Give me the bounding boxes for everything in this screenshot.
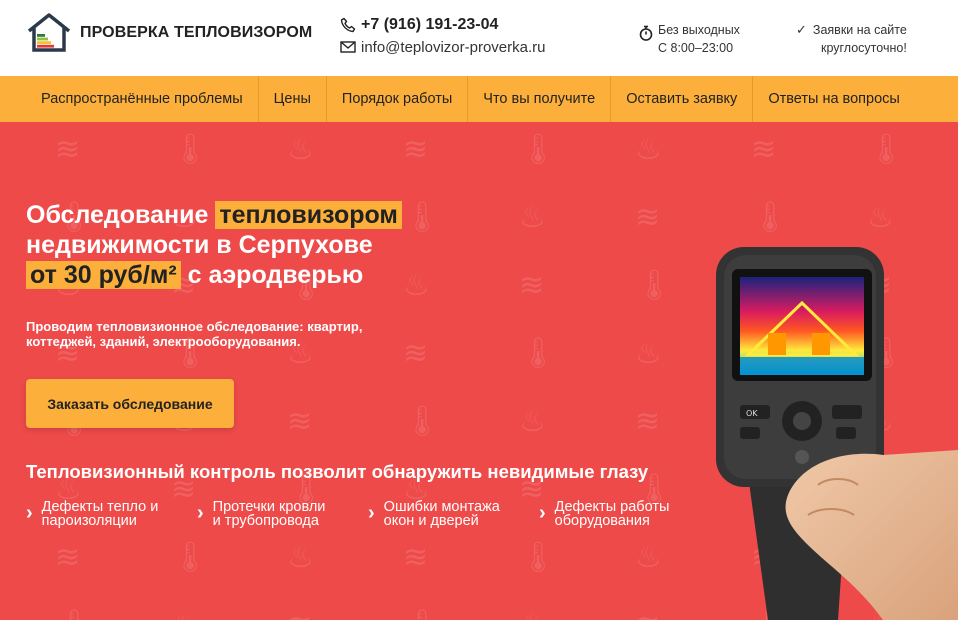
- phone-link[interactable]: +7 (916) 191-23-04: [361, 16, 498, 34]
- chevron-right-icon: ›: [26, 502, 33, 524]
- hours-line-2: С 8:00–23:00: [658, 41, 734, 55]
- thermometer-icon: 🌡: [867, 132, 906, 167]
- thermometer-icon: 🌡: [171, 540, 210, 575]
- chevron-right-icon: ›: [197, 502, 204, 524]
- radiator-icon: ♨: [867, 200, 894, 235]
- heat-waves-icon: ≋: [55, 540, 81, 575]
- thermometer-icon: 🌡: [403, 608, 441, 620]
- phone-row[interactable]: +7 (916) 191-23-04: [340, 14, 545, 36]
- benefit-line-2: пароизоляции: [41, 513, 137, 529]
- nav-item-workflow[interactable]: Порядок работы: [325, 76, 467, 122]
- thermometer-icon: 🌡: [635, 268, 674, 303]
- logo-text: ПРОВЕРКА ТЕПЛОВИЗОРОМ: [80, 24, 313, 41]
- house-logo-icon: [27, 13, 71, 52]
- nav-item-prices[interactable]: Цены: [257, 76, 326, 122]
- email-link[interactable]: info@teplovizor-proverka.ru: [361, 39, 545, 56]
- heat-waves-icon: ≋: [751, 132, 777, 167]
- benefit-line-1: Дефекты тепло и: [41, 499, 159, 515]
- heat-waves-icon: ≋: [287, 404, 313, 439]
- logo[interactable]: ПРОВЕРКА ТЕПЛОВИЗОРОМ: [26, 12, 312, 54]
- title-highlight-1: тепловизором: [215, 201, 402, 229]
- phone-icon: [340, 17, 356, 33]
- radiator-icon: ♨: [287, 540, 314, 575]
- contacts: +7 (916) 191-23-04 info@teplovizor-prove…: [340, 14, 545, 58]
- stopwatch-icon: [639, 25, 653, 41]
- camera-ok-label: OK: [746, 409, 758, 418]
- heat-waves-icon: ≋: [403, 336, 429, 371]
- benefits-heading: Тепловизионный контроль позволит обнаруж…: [26, 461, 649, 482]
- heat-waves-icon: ≋: [635, 200, 661, 235]
- benefit-line-2: и трубопровода: [212, 513, 319, 529]
- nav-item-results[interactable]: Что вы получите: [467, 76, 610, 122]
- thermometer-icon: 🌡: [403, 404, 442, 439]
- nav-item-problems[interactable]: Распространённые проблемы: [26, 76, 258, 122]
- heat-waves-icon: ≋: [287, 608, 312, 620]
- radiator-icon: ♨: [635, 540, 662, 575]
- thermometer-icon: 🌡: [519, 132, 558, 167]
- heat-waves-icon: ≋: [55, 132, 81, 167]
- requests-line-2: круглосуточно!: [820, 41, 907, 55]
- benefit-line-1: Дефекты работы: [554, 499, 670, 515]
- benefit-item: › Протечки кровли и трубопровода: [197, 499, 368, 529]
- radiator-icon: ♨: [519, 404, 546, 439]
- radiator-icon: ♨: [287, 132, 314, 167]
- working-hours: Без выходных С 8:00–23:00: [638, 21, 740, 57]
- radiator-icon: ♨: [635, 132, 662, 167]
- title-part-2: недвижимости в Серпухове: [26, 231, 373, 259]
- check-icon: ✓: [796, 22, 807, 37]
- hero-subtitle: Проводим тепловизионное обследование: кв…: [26, 319, 363, 349]
- title-part-1: Обследование: [26, 201, 209, 229]
- heat-waves-icon: ≋: [519, 268, 545, 303]
- thermometer-icon: 🌡: [751, 200, 790, 235]
- email-row[interactable]: info@teplovizor-proverka.ru: [340, 36, 545, 58]
- thermal-camera-image: OK: [716, 247, 958, 620]
- heat-waves-icon: ≋: [403, 540, 429, 575]
- title-highlight-2: от 30 руб/м²: [26, 261, 181, 289]
- thermometer-icon: 🌡: [519, 336, 558, 371]
- benefit-line-1: Ошибки монтажа: [383, 499, 500, 515]
- benefit-item: › Дефекты тепло и пароизоляции: [26, 499, 197, 529]
- radiator-icon: ♨: [171, 608, 198, 620]
- benefit-line-2: оборудования: [554, 513, 650, 529]
- thermometer-icon: 🌡: [55, 608, 93, 620]
- thermometer-icon: 🌡: [519, 540, 558, 575]
- requests-line-1: Заявки на сайте: [812, 23, 907, 37]
- chevron-right-icon: ›: [368, 502, 375, 524]
- benefit-line-2: окон и дверей: [383, 513, 479, 529]
- thermometer-icon: 🌡: [171, 132, 210, 167]
- title-part-3: с аэродверью: [187, 261, 364, 289]
- radiator-icon: ♨: [519, 200, 546, 235]
- hero-title: Обследование тепловизором недвижимости в…: [26, 200, 466, 290]
- benefit-item: › Ошибки монтажа окон и дверей: [368, 499, 539, 529]
- hours-line-1: Без выходных: [658, 23, 740, 37]
- heat-waves-icon: ≋: [403, 132, 429, 167]
- site-header: ПРОВЕРКА ТЕПЛОВИЗОРОМ +7 (916) 191-23-04…: [0, 0, 958, 76]
- requests-info: ✓ Заявки на сайте круглосуточно!: [796, 21, 907, 57]
- chevron-right-icon: ›: [539, 502, 546, 524]
- benefits-list: › Дефекты тепло и пароизоляции › Протечки…: [26, 499, 710, 529]
- nav-item-faq[interactable]: Ответы на вопросы: [752, 76, 915, 122]
- radiator-icon: ♨: [519, 608, 546, 620]
- main-nav: Распространённые проблемы Цены Порядок р…: [0, 76, 958, 122]
- heat-waves-icon: ≋: [635, 404, 661, 439]
- heat-waves-icon: ≋: [635, 608, 660, 620]
- benefit-item: › Дефекты работы оборудования: [539, 499, 710, 529]
- nav-item-request[interactable]: Оставить заявку: [610, 76, 752, 122]
- mail-icon: [340, 41, 356, 53]
- benefit-line-1: Протечки кровли: [212, 499, 326, 515]
- radiator-icon: ♨: [635, 336, 662, 371]
- order-inspection-button[interactable]: Заказать обследование: [26, 379, 234, 428]
